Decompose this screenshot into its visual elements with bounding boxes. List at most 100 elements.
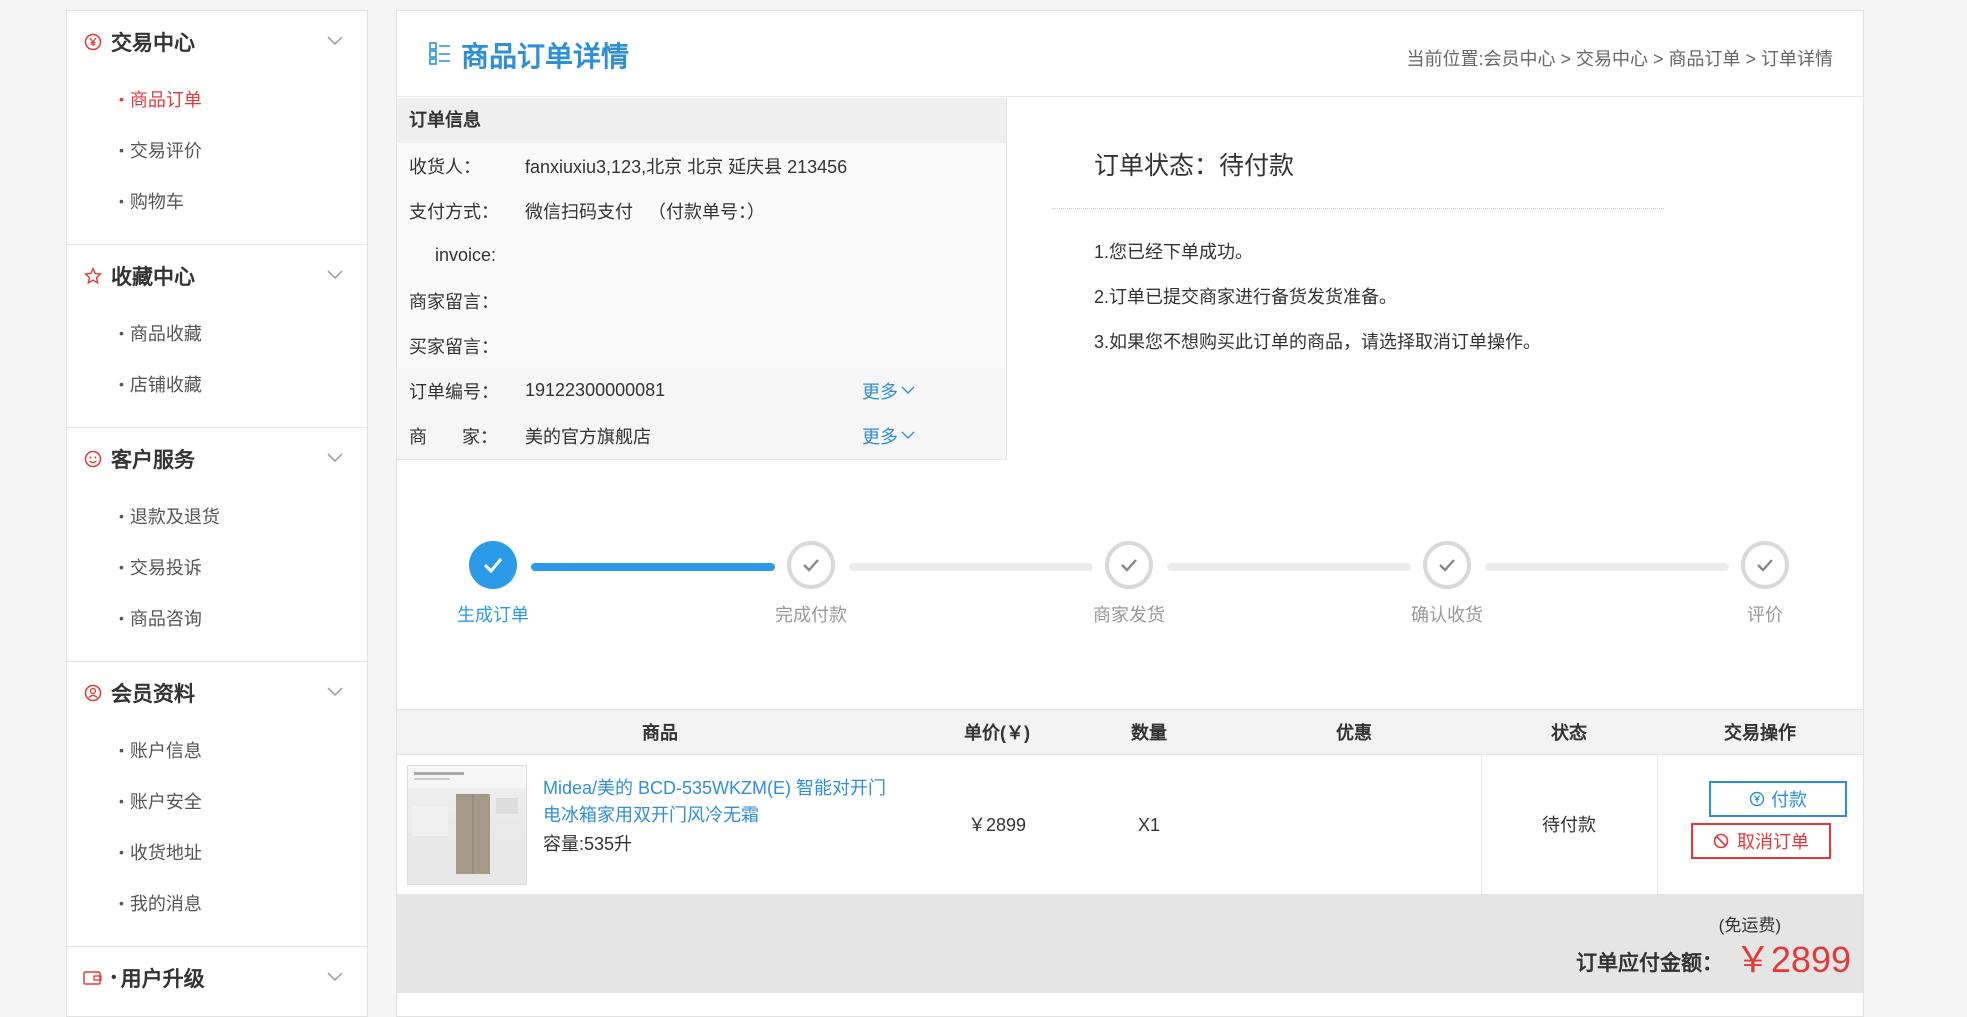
check-icon	[469, 541, 517, 589]
sidebar-item-label: 商品咨询	[129, 608, 202, 629]
progress-step: 评价	[1705, 541, 1825, 627]
merchant-label: 商 家：	[409, 426, 499, 447]
divider	[1052, 208, 1664, 209]
pay-button[interactable]: 付款	[1709, 781, 1847, 817]
progress-bar-segment	[531, 563, 775, 571]
total-amount: ￥2899	[1734, 939, 1851, 980]
more-label: 更多	[862, 381, 898, 402]
payment-label: 支付方式：	[409, 201, 499, 222]
bullet: •	[119, 792, 124, 809]
sidebar-group-header-service[interactable]: 客户服务	[67, 428, 367, 490]
progress-step-label: 生成订单	[457, 605, 529, 625]
product-image[interactable]	[407, 765, 527, 885]
product-spec: 容量:535升	[543, 834, 633, 854]
sidebar-group-member: 会员资料 • 账户信息 • 账户安全 • 收货地址 • 我的消息	[67, 662, 367, 947]
bullet: •	[119, 324, 124, 341]
column-header-qty: 数量	[1131, 723, 1167, 743]
consignee-row: 收货人： fanxiuxiu3,123,北京 北京 延庆县 213456	[397, 143, 1006, 188]
sidebar-item-label: 交易投诉	[129, 557, 202, 578]
sidebar-group-upgrade: • 用户升级	[67, 947, 367, 1017]
payment-value: 微信扫码支付 （付款单号：）	[525, 201, 766, 222]
sidebar-group-header-member[interactable]: 会员资料	[67, 662, 367, 724]
sidebar-group-title: 用户升级	[120, 968, 205, 991]
check-icon	[1741, 541, 1789, 589]
progress-step-label: 完成付款	[775, 605, 847, 625]
bullet: •	[119, 894, 124, 911]
progress-step-label: 评价	[1747, 605, 1783, 625]
sidebar-item-cart[interactable]: • 购物车	[67, 175, 367, 226]
sidebar-item-product-orders[interactable]: • 商品订单	[67, 73, 367, 124]
sidebar-item-trade-reviews[interactable]: • 交易评价	[67, 124, 367, 175]
progress-step: 商家发货	[1069, 541, 1189, 627]
merchant-value: 美的官方旗舰店	[525, 426, 651, 447]
chevron-down-icon[interactable]	[327, 267, 343, 285]
column-header-discount: 优惠	[1336, 723, 1372, 743]
chevron-down-icon[interactable]	[327, 450, 343, 468]
product-name-link[interactable]: Midea/美的 BCD-535WKZM(E) 智能对开门电冰箱家用双开门风冷无…	[543, 775, 893, 829]
sidebar-item-label: 店铺收藏	[129, 374, 202, 395]
status-message: 1.您已经下单成功。	[1094, 242, 1254, 262]
sidebar-item-shop-favorites[interactable]: • 店铺收藏	[67, 358, 367, 409]
progress-bar-segment	[849, 563, 1093, 571]
sidebar-item-complaints[interactable]: • 交易投诉	[67, 541, 367, 592]
sidebar: 交易中心 • 商品订单 • 交易评价 • 购物车 收藏中心 • 商品收藏 • 店铺收藏 客…	[66, 10, 368, 1017]
merchant-row: 商 家： 美的官方旗舰店 更多	[397, 413, 1006, 458]
bullet: •	[119, 609, 124, 626]
page-header: 商品订单详情 当前位置:会员中心 > 交易中心 > 商品订单 > 订单详情	[397, 11, 1863, 97]
chevron-down-icon[interactable]	[327, 684, 343, 702]
chevron-down-icon[interactable]	[327, 969, 343, 987]
column-header-product: 商品	[642, 723, 678, 743]
sidebar-group-header-upgrade[interactable]: • 用户升级	[67, 947, 367, 1009]
bullet: •	[119, 507, 124, 524]
column-header-actions: 交易操作	[1724, 723, 1796, 743]
sidebar-item-label: 收货地址	[129, 842, 202, 863]
more-link[interactable]: 更多	[862, 423, 915, 449]
payment-row: 支付方式： 微信扫码支付 （付款单号：）	[397, 188, 1006, 233]
sidebar-group-header-favorites[interactable]: 收藏中心	[67, 245, 367, 307]
bullet: •	[119, 141, 124, 158]
column-header-price: 单价(￥)	[964, 723, 1030, 743]
sidebar-item-account-info[interactable]: • 账户信息	[67, 724, 367, 775]
sidebar-item-label: 商品收藏	[129, 323, 202, 344]
cancel-order-label: 取消订单	[1737, 832, 1809, 852]
sidebar-item-account-security[interactable]: • 账户安全	[67, 775, 367, 826]
sidebar-item-addresses[interactable]: • 收货地址	[67, 826, 367, 877]
chevron-down-icon[interactable]	[327, 33, 343, 51]
sidebar-group-service: 客户服务 • 退款及退货 • 交易投诉 • 商品咨询	[67, 428, 367, 662]
check-icon	[1423, 541, 1471, 589]
page-title: 商品订单详情	[461, 41, 630, 72]
progress-step-label: 确认收货	[1411, 605, 1483, 625]
sidebar-item-inquiries[interactable]: • 商品咨询	[67, 592, 367, 643]
cancel-order-button[interactable]: 取消订单	[1691, 823, 1831, 859]
seller-message-row: 商家留言：	[397, 278, 1006, 323]
order-number-value: 19122300000081	[525, 380, 666, 400]
sidebar-item-label: 账户信息	[129, 740, 202, 761]
order-table-header: 商品 单价(￥) 数量 优惠 状态 交易操作	[397, 709, 1863, 755]
order-total-bar: (免运费) 订单应付金额： ￥2899	[397, 895, 1863, 993]
sidebar-item-refunds[interactable]: • 退款及退货	[67, 490, 367, 541]
sidebar-group-header-trade[interactable]: 交易中心	[67, 11, 367, 73]
sidebar-group-title: 会员资料	[111, 683, 195, 706]
progress-step: 确认收货	[1387, 541, 1507, 627]
bullet: •	[119, 90, 124, 107]
breadcrumb: 当前位置:会员中心 > 交易中心 > 商品订单 > 订单详情	[1406, 49, 1833, 69]
total-label: 订单应付金额：	[1576, 952, 1723, 975]
yen-circle-icon	[83, 32, 103, 52]
status-message: 2.订单已提交商家进行备货发货准备。	[1094, 287, 1398, 307]
invoice-label: invoice:	[435, 245, 497, 265]
seller-message-label: 商家留言：	[409, 291, 499, 312]
order-info-title: 订单信息	[397, 98, 1006, 143]
smiley-icon	[83, 449, 103, 469]
sidebar-item-label: 账户安全	[129, 791, 202, 812]
sidebar-item-product-favorites[interactable]: • 商品收藏	[67, 307, 367, 358]
consignee-label: 收货人：	[409, 156, 481, 177]
more-link[interactable]: 更多	[862, 378, 915, 404]
bullet: •	[119, 192, 124, 209]
quantity: X1	[1137, 815, 1161, 835]
sidebar-item-messages[interactable]: • 我的消息	[67, 877, 367, 928]
sidebar-group-favorites: 收藏中心 • 商品收藏 • 店铺收藏	[67, 245, 367, 428]
star-icon	[83, 266, 103, 286]
page-title-wrap: 商品订单详情	[429, 35, 629, 75]
yen-circle-icon	[1749, 791, 1765, 807]
chevron-down-icon	[901, 431, 915, 439]
